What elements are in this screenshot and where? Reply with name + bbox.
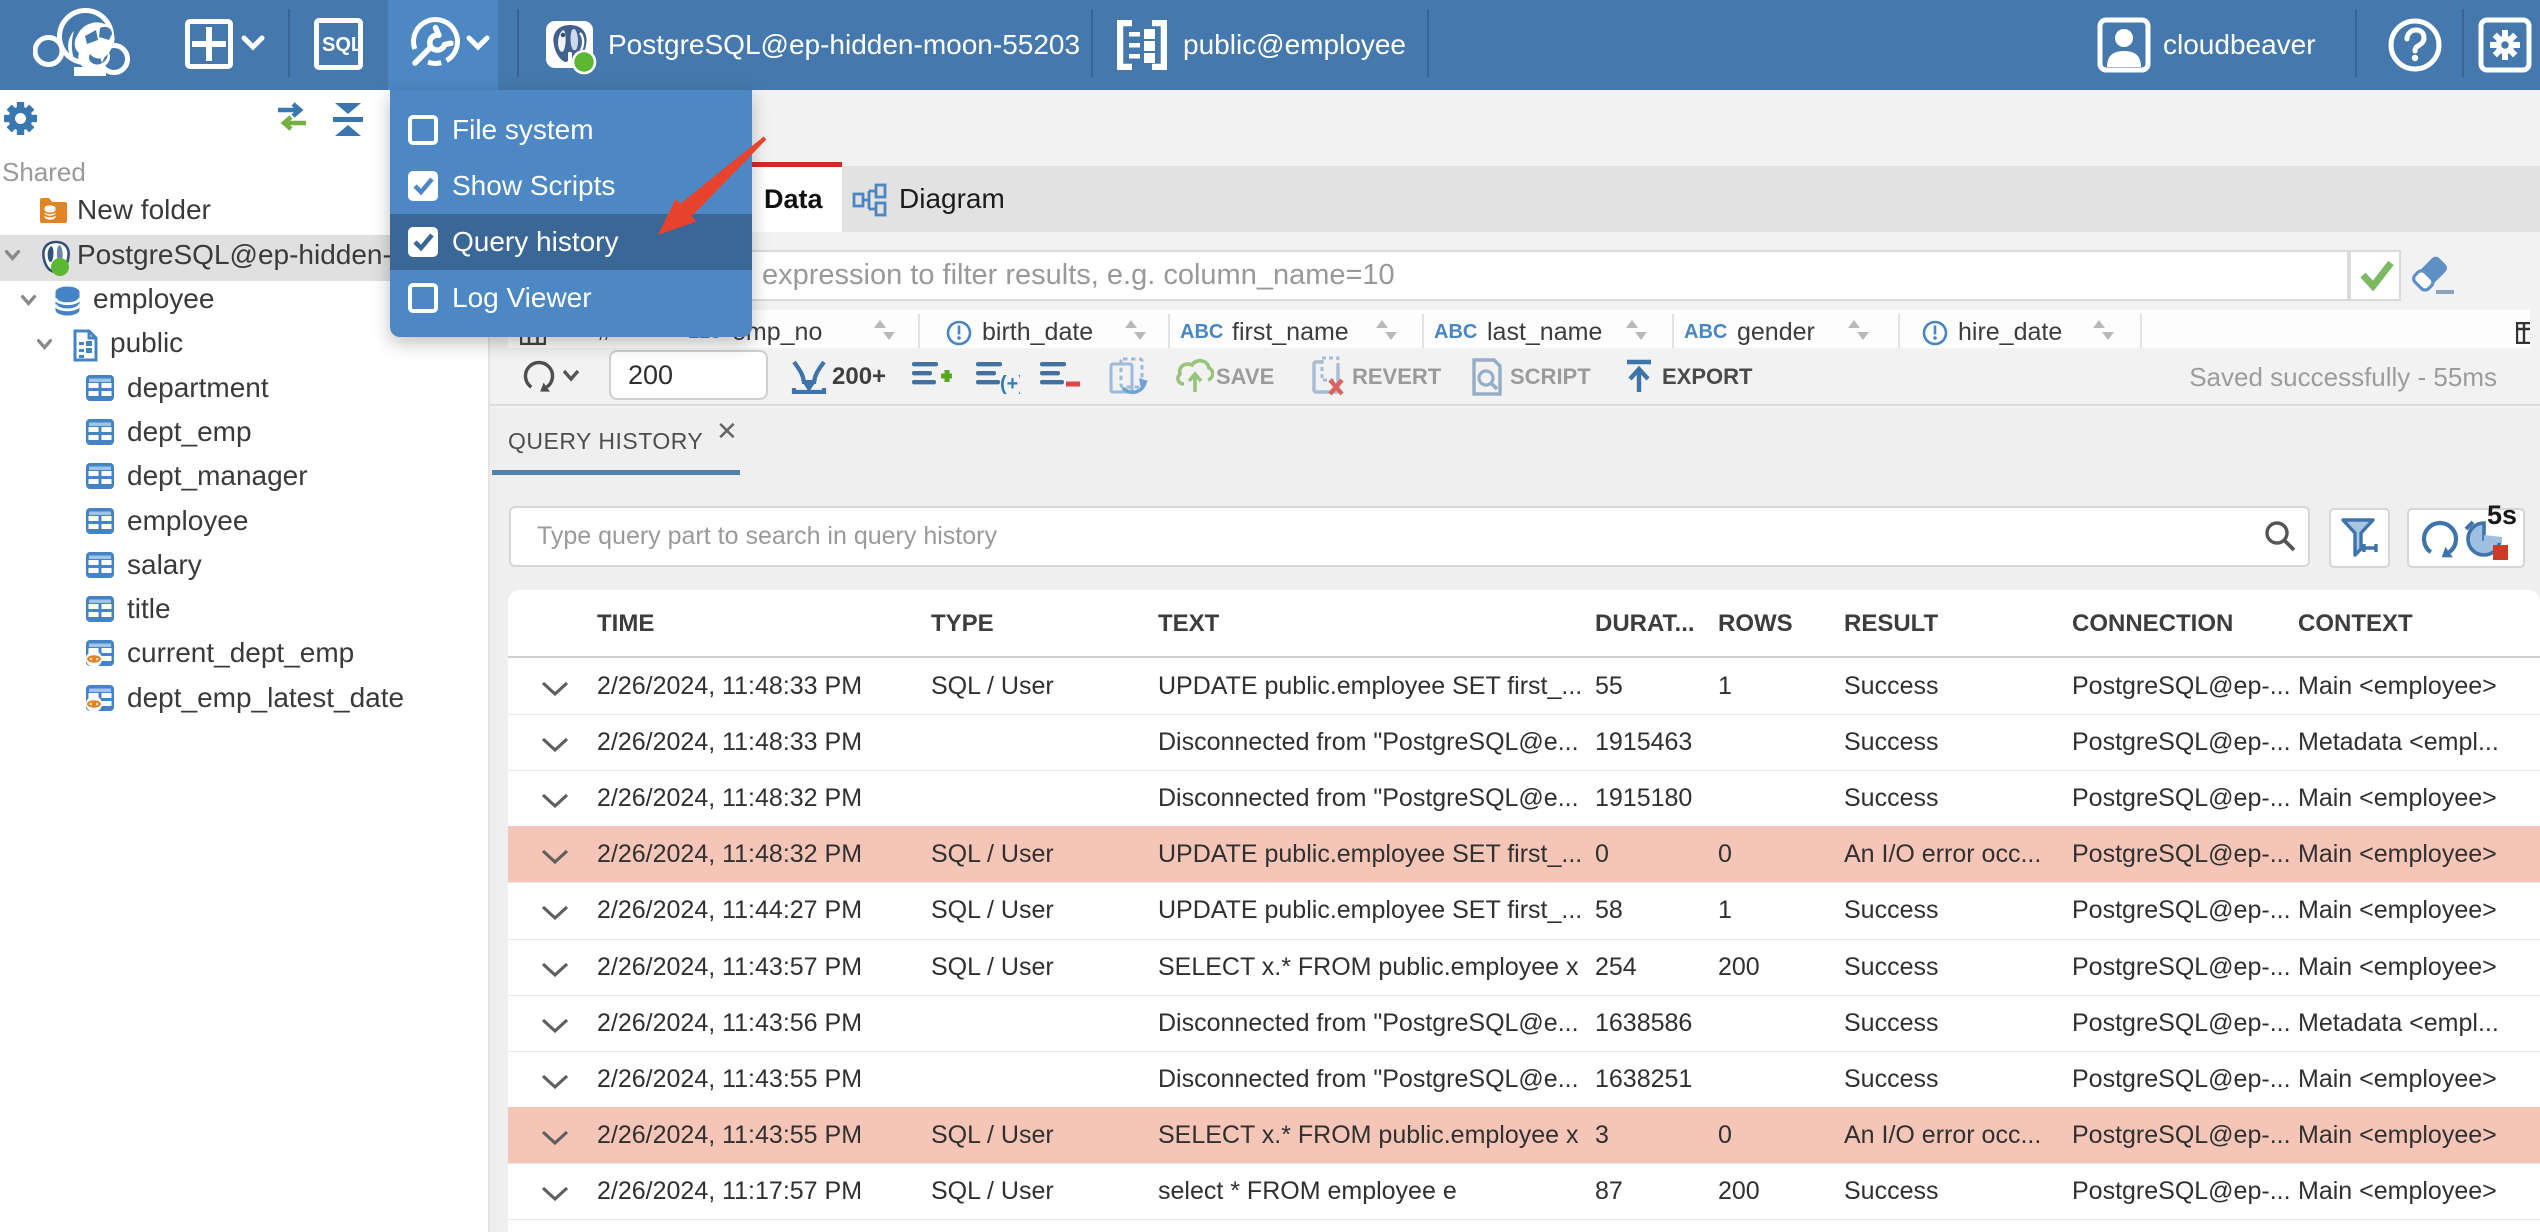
svg-text:(+): (+) bbox=[1000, 373, 1020, 394]
